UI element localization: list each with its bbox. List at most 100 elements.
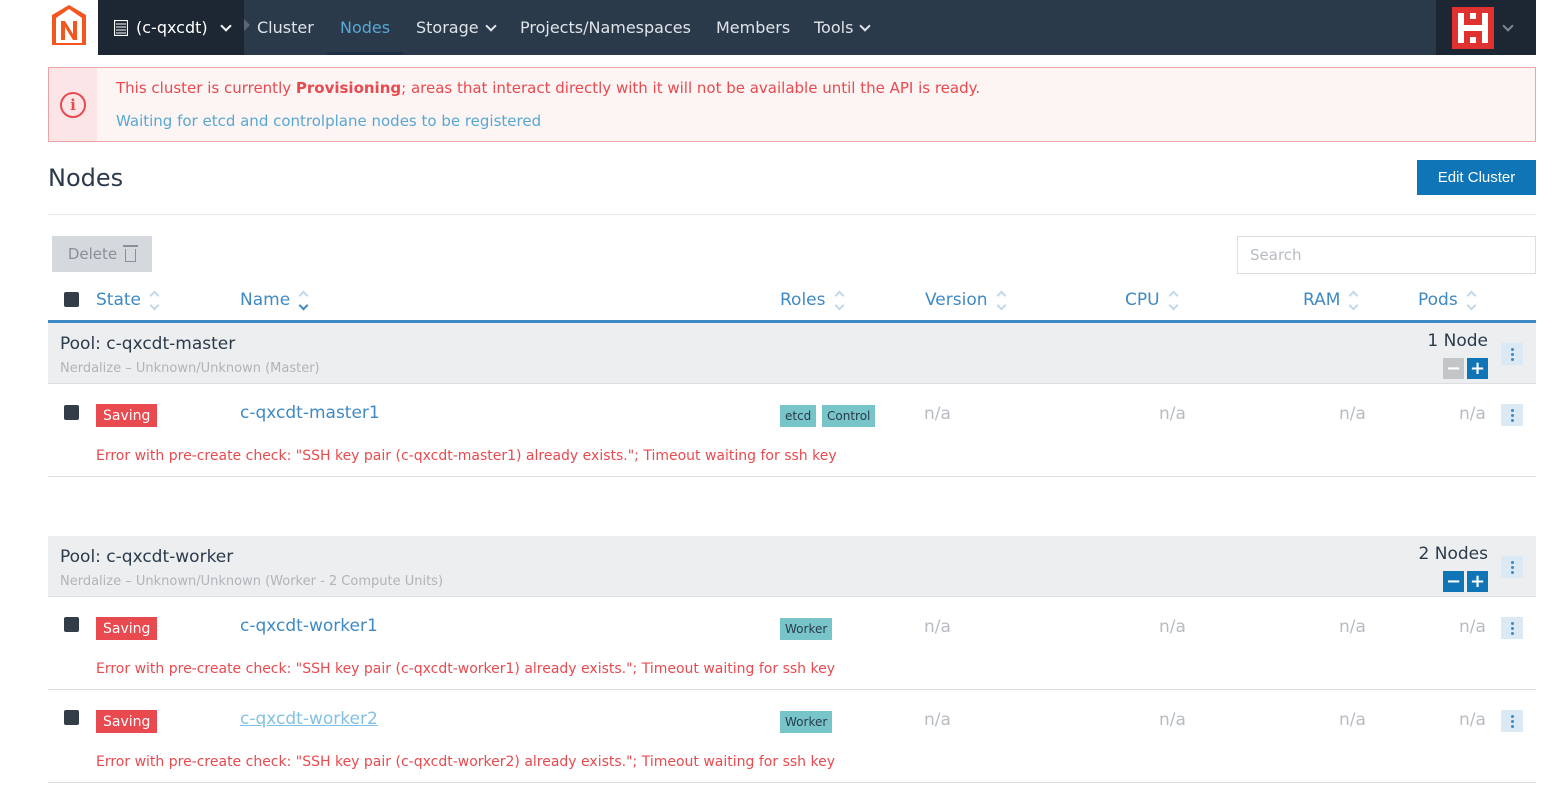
column-pods[interactable]: Pods — [1418, 290, 1477, 310]
node-name-link[interactable]: c-qxcdt-worker1 — [240, 616, 378, 636]
sort-icon — [1466, 290, 1477, 310]
kebab-menu-icon[interactable] — [1501, 343, 1523, 365]
chevron-down-icon — [1502, 19, 1514, 32]
scale-up-button[interactable]: + — [1467, 571, 1488, 592]
node-ram: n/a — [1339, 617, 1366, 637]
node-version: n/a — [924, 404, 951, 424]
user-avatar-icon — [1452, 6, 1494, 49]
alert-detail: Waiting for etcd and controlplane nodes … — [116, 112, 542, 130]
divider — [48, 214, 1536, 215]
row-checkbox[interactable] — [64, 617, 79, 632]
status-badge: Saving — [96, 404, 158, 427]
nav-projects-label: Projects/Namespaces — [520, 18, 691, 37]
node-cpu: n/a — [1159, 404, 1186, 424]
cluster-server-icon — [114, 19, 128, 36]
column-state[interactable]: State — [96, 290, 160, 310]
page-title: Nodes — [48, 164, 124, 192]
scale-down-button[interactable]: − — [1443, 358, 1464, 379]
user-menu[interactable] — [1436, 0, 1536, 55]
kebab-menu-icon[interactable] — [1501, 404, 1523, 426]
nav-nodes[interactable]: Nodes — [326, 0, 404, 55]
table-row: Saving c-qxcdt-worker1 Worker n/a n/a n/… — [48, 597, 1536, 690]
table-row: Saving c-qxcdt-worker2 Worker n/a n/a n/… — [48, 690, 1536, 783]
nav-members[interactable]: Members — [716, 0, 790, 55]
alert-status: Provisioning — [295, 79, 402, 97]
chevron-down-icon — [859, 19, 872, 32]
nav-members-label: Members — [716, 18, 791, 37]
caret-right-icon — [244, 19, 250, 31]
delete-button[interactable]: Delete — [52, 236, 152, 272]
node-error-message: Error with pre-create check: "SSH key pa… — [96, 661, 835, 677]
nav-projects-namespaces[interactable]: Projects/Namespaces — [520, 0, 691, 55]
role-badge-worker: Worker — [780, 711, 833, 733]
cluster-switcher[interactable]: (c-qxcdt) — [98, 0, 244, 55]
edit-cluster-button[interactable]: Edit Cluster — [1417, 160, 1536, 195]
sort-descending-icon — [298, 290, 309, 310]
kebab-menu-icon[interactable] — [1501, 710, 1523, 732]
scale-up-button[interactable]: + — [1467, 358, 1488, 379]
nav-cluster-label: Cluster — [257, 18, 314, 37]
node-ram: n/a — [1339, 710, 1366, 730]
column-version[interactable]: Version — [925, 290, 1006, 310]
chevron-down-icon — [484, 19, 497, 32]
kebab-menu-icon[interactable] — [1501, 556, 1523, 578]
kebab-menu-icon[interactable] — [1501, 617, 1523, 639]
pool-description: Nerdalize – Unknown/Unknown (Worker - 2 … — [60, 574, 444, 589]
pool-name: Pool: c-qxcdt-master — [60, 334, 236, 354]
nav-tools[interactable]: Tools — [814, 0, 872, 55]
node-error-message: Error with pre-create check: "SSH key pa… — [96, 754, 835, 770]
status-badge: Saving — [96, 617, 158, 640]
column-pods-label: Pods — [1418, 290, 1458, 310]
table-row: Saving c-qxcdt-master1 etcd Control n/a … — [48, 384, 1536, 477]
column-state-label: State — [96, 290, 141, 310]
node-name-link[interactable]: c-qxcdt-worker2 — [240, 709, 378, 729]
row-checkbox[interactable] — [64, 405, 79, 420]
node-error-message: Error with pre-create check: "SSH key pa… — [96, 448, 837, 464]
node-pods: n/a — [1459, 404, 1486, 424]
column-cpu[interactable]: CPU — [1125, 290, 1179, 310]
pool-row-worker: Pool: c-qxcdt-worker Nerdalize – Unknown… — [48, 536, 1536, 597]
column-name[interactable]: Name — [240, 290, 309, 310]
nav-storage-label: Storage — [416, 18, 479, 37]
sort-icon — [834, 290, 844, 310]
alert-icon-column: i — [49, 68, 97, 141]
nav-storage[interactable]: Storage — [416, 0, 497, 55]
provisioning-alert: i This cluster is currently Provisioning… — [48, 67, 1536, 142]
trash-icon — [123, 245, 139, 262]
select-all-checkbox[interactable] — [64, 292, 79, 307]
node-version: n/a — [924, 710, 951, 730]
node-name-link[interactable]: c-qxcdt-master1 — [240, 403, 380, 423]
column-version-label: Version — [925, 290, 988, 310]
nav-cluster[interactable]: Cluster — [257, 0, 314, 55]
column-name-label: Name — [240, 290, 291, 310]
pool-row-master: Pool: c-qxcdt-master Nerdalize – Unknown… — [48, 323, 1536, 384]
nav-tools-label: Tools — [814, 18, 854, 37]
role-badge-control: Control — [822, 405, 876, 427]
column-cpu-label: CPU — [1125, 290, 1160, 310]
sort-icon — [149, 290, 160, 310]
role-badge-worker: Worker — [780, 618, 833, 640]
nav-nodes-label: Nodes — [340, 18, 391, 37]
column-ram[interactable]: RAM — [1303, 290, 1359, 310]
row-checkbox[interactable] — [64, 710, 79, 725]
nerdalize-logo-icon[interactable] — [52, 5, 86, 45]
node-version: n/a — [924, 617, 951, 637]
sort-icon — [1348, 290, 1359, 310]
node-cpu: n/a — [1159, 617, 1186, 637]
node-cpu: n/a — [1159, 710, 1186, 730]
pool-description: Nerdalize – Unknown/Unknown (Master) — [60, 361, 320, 376]
column-roles[interactable]: Roles — [780, 290, 844, 310]
search-input[interactable] — [1237, 236, 1536, 274]
role-badge-etcd: etcd — [780, 405, 817, 427]
node-pods: n/a — [1459, 710, 1486, 730]
scale-down-button[interactable]: − — [1443, 571, 1464, 592]
column-roles-label: Roles — [780, 290, 826, 310]
delete-button-label: Delete — [67, 245, 118, 263]
alert-text-post: ; areas that interact directly with it w… — [401, 79, 981, 97]
node-ram: n/a — [1339, 404, 1366, 424]
info-circle-icon: i — [60, 91, 86, 118]
pool-node-count: 1 Node — [1427, 331, 1488, 351]
status-badge: Saving — [96, 710, 158, 733]
pool-name: Pool: c-qxcdt-worker — [60, 547, 234, 567]
sort-icon — [1168, 290, 1179, 310]
